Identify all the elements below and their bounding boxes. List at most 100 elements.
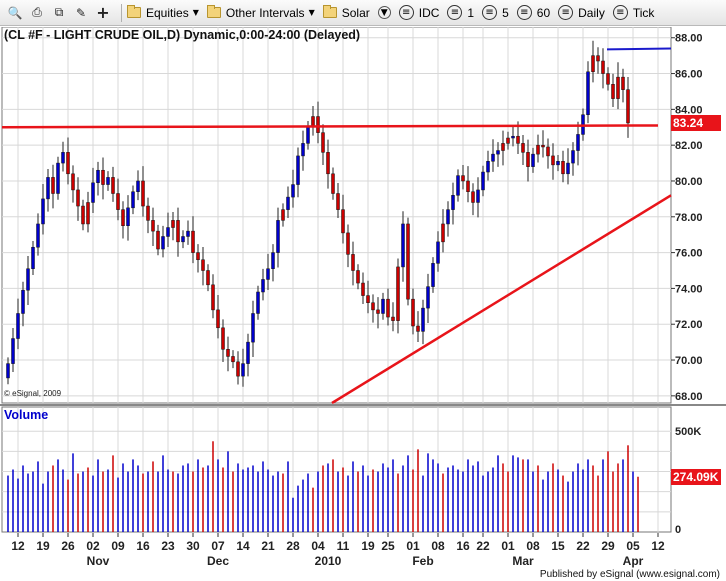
candle-body <box>156 230 160 250</box>
candle-body <box>391 316 395 321</box>
candle-body <box>446 209 450 225</box>
candle-body <box>511 135 515 139</box>
folder-icon <box>206 5 221 18</box>
price-volume-chart[interactable]: 68.00 70.00 72.00 74.00 76.00 78.00 80.00 82.00… <box>0 27 726 581</box>
price-pane-frame <box>1 27 672 404</box>
candle-body <box>476 189 480 203</box>
volume-tick-label: 500K <box>675 426 701 438</box>
search-icon[interactable]: 🔍 <box>6 4 24 22</box>
candle-body <box>226 349 230 357</box>
candle-body <box>566 162 570 175</box>
x-day-label: 08 <box>431 539 445 553</box>
tick-label: Tick <box>632 5 655 20</box>
price-tick-label: 78.00 <box>675 212 703 224</box>
candle-body <box>591 55 595 73</box>
candle-body <box>171 220 175 228</box>
candle-body <box>431 263 435 287</box>
interval-icon: ≡ <box>612 5 628 20</box>
candle-body <box>186 230 190 237</box>
candle-body <box>331 173 335 194</box>
crosshair-icon[interactable]: + <box>94 3 112 22</box>
copyright-text: © eSignal, 2009 <box>4 389 62 398</box>
candle-body <box>481 171 485 191</box>
chart-area[interactable]: 68.00 70.00 72.00 74.00 76.00 78.00 80.00 82.00… <box>0 27 726 581</box>
dropdown-caret-icon: ▼ <box>308 8 315 17</box>
print-icon[interactable]: ⎙ <box>28 4 46 22</box>
properties-icon[interactable]: ✎ <box>72 4 90 22</box>
interval-60-button[interactable]: ≡ 60 <box>516 5 551 20</box>
candle-body <box>81 205 85 225</box>
tick-button[interactable]: ≡ Tick <box>612 5 655 20</box>
candle-body <box>321 132 325 153</box>
x-day-label: 16 <box>456 539 470 553</box>
equities-label: Equities <box>146 5 189 20</box>
candle-body <box>11 338 15 364</box>
candle-body <box>41 198 45 225</box>
interval-5-button[interactable]: ≡ 5 <box>482 5 509 20</box>
x-day-label: 21 <box>261 539 275 553</box>
volume-title: Volume <box>4 408 49 422</box>
candle-body <box>21 289 25 314</box>
x-day-label: 29 <box>601 539 615 553</box>
candle-body <box>66 152 70 175</box>
candle-body <box>201 259 205 271</box>
x-day-label: 25 <box>381 539 395 553</box>
candle-body <box>616 76 620 99</box>
candle-body <box>466 180 470 192</box>
candle-body <box>31 246 35 269</box>
interval-1-button[interactable]: ≡ 1 <box>447 5 474 20</box>
x-month-label: Feb <box>412 554 433 568</box>
last-volume-tag: 274.09K <box>671 468 721 485</box>
price-tick-label: 70.00 <box>675 355 703 367</box>
candle-body <box>546 146 550 157</box>
candle-body <box>611 84 615 99</box>
equities-menu[interactable]: Equities ▼ <box>127 5 199 20</box>
x-month-label: 2010 <box>315 554 342 568</box>
x-month-label: Nov <box>87 554 110 568</box>
x-day-label: 11 <box>337 539 350 553</box>
candle-body <box>371 302 375 311</box>
high-line <box>606 47 672 51</box>
x-day-label: 23 <box>161 539 175 553</box>
candle-body <box>346 232 350 255</box>
candle-body <box>191 230 195 253</box>
candle-body <box>536 144 540 155</box>
candle-body <box>151 220 155 232</box>
candle-body <box>101 169 105 185</box>
intervals-menu[interactable]: Other Intervals ▼ <box>206 5 315 20</box>
candle-body <box>556 161 560 166</box>
candle-body <box>356 270 360 284</box>
daily-button[interactable]: ≡ Daily <box>558 5 605 20</box>
candle-body <box>396 266 400 321</box>
idc-button[interactable]: ≡ IDC <box>398 5 439 20</box>
interval-60-label: 60 <box>536 5 551 20</box>
copy-icon[interactable]: ⧉ <box>50 4 68 22</box>
x-day-label: 22 <box>576 539 590 553</box>
candle-body <box>301 143 305 157</box>
interval-icon: ≡ <box>558 5 574 20</box>
candle-body <box>266 268 270 280</box>
solar-menu[interactable]: Solar ▼ <box>322 5 391 20</box>
candle-body <box>621 76 625 90</box>
candle-body <box>86 202 90 225</box>
x-day-label: 30 <box>186 539 200 553</box>
candle-body <box>141 180 145 207</box>
candle-body <box>381 298 385 314</box>
candle-body <box>561 161 565 175</box>
price-tick-label: 72.00 <box>675 319 703 331</box>
candle-body <box>401 223 405 268</box>
candle-body <box>16 313 20 339</box>
candle-body <box>176 220 180 243</box>
solar-label: Solar <box>341 5 370 20</box>
candle-body <box>126 207 130 226</box>
candle-body <box>136 180 140 192</box>
candle-body <box>91 182 95 203</box>
x-day-label: 05 <box>626 539 640 553</box>
candle-body <box>506 137 510 144</box>
candle-body <box>281 209 285 221</box>
candle-body <box>36 223 40 248</box>
interval-5-label: 5 <box>502 5 509 20</box>
x-month-label: Mar <box>512 554 534 568</box>
candle-body <box>211 284 215 311</box>
x-day-label: 08 <box>526 539 540 553</box>
